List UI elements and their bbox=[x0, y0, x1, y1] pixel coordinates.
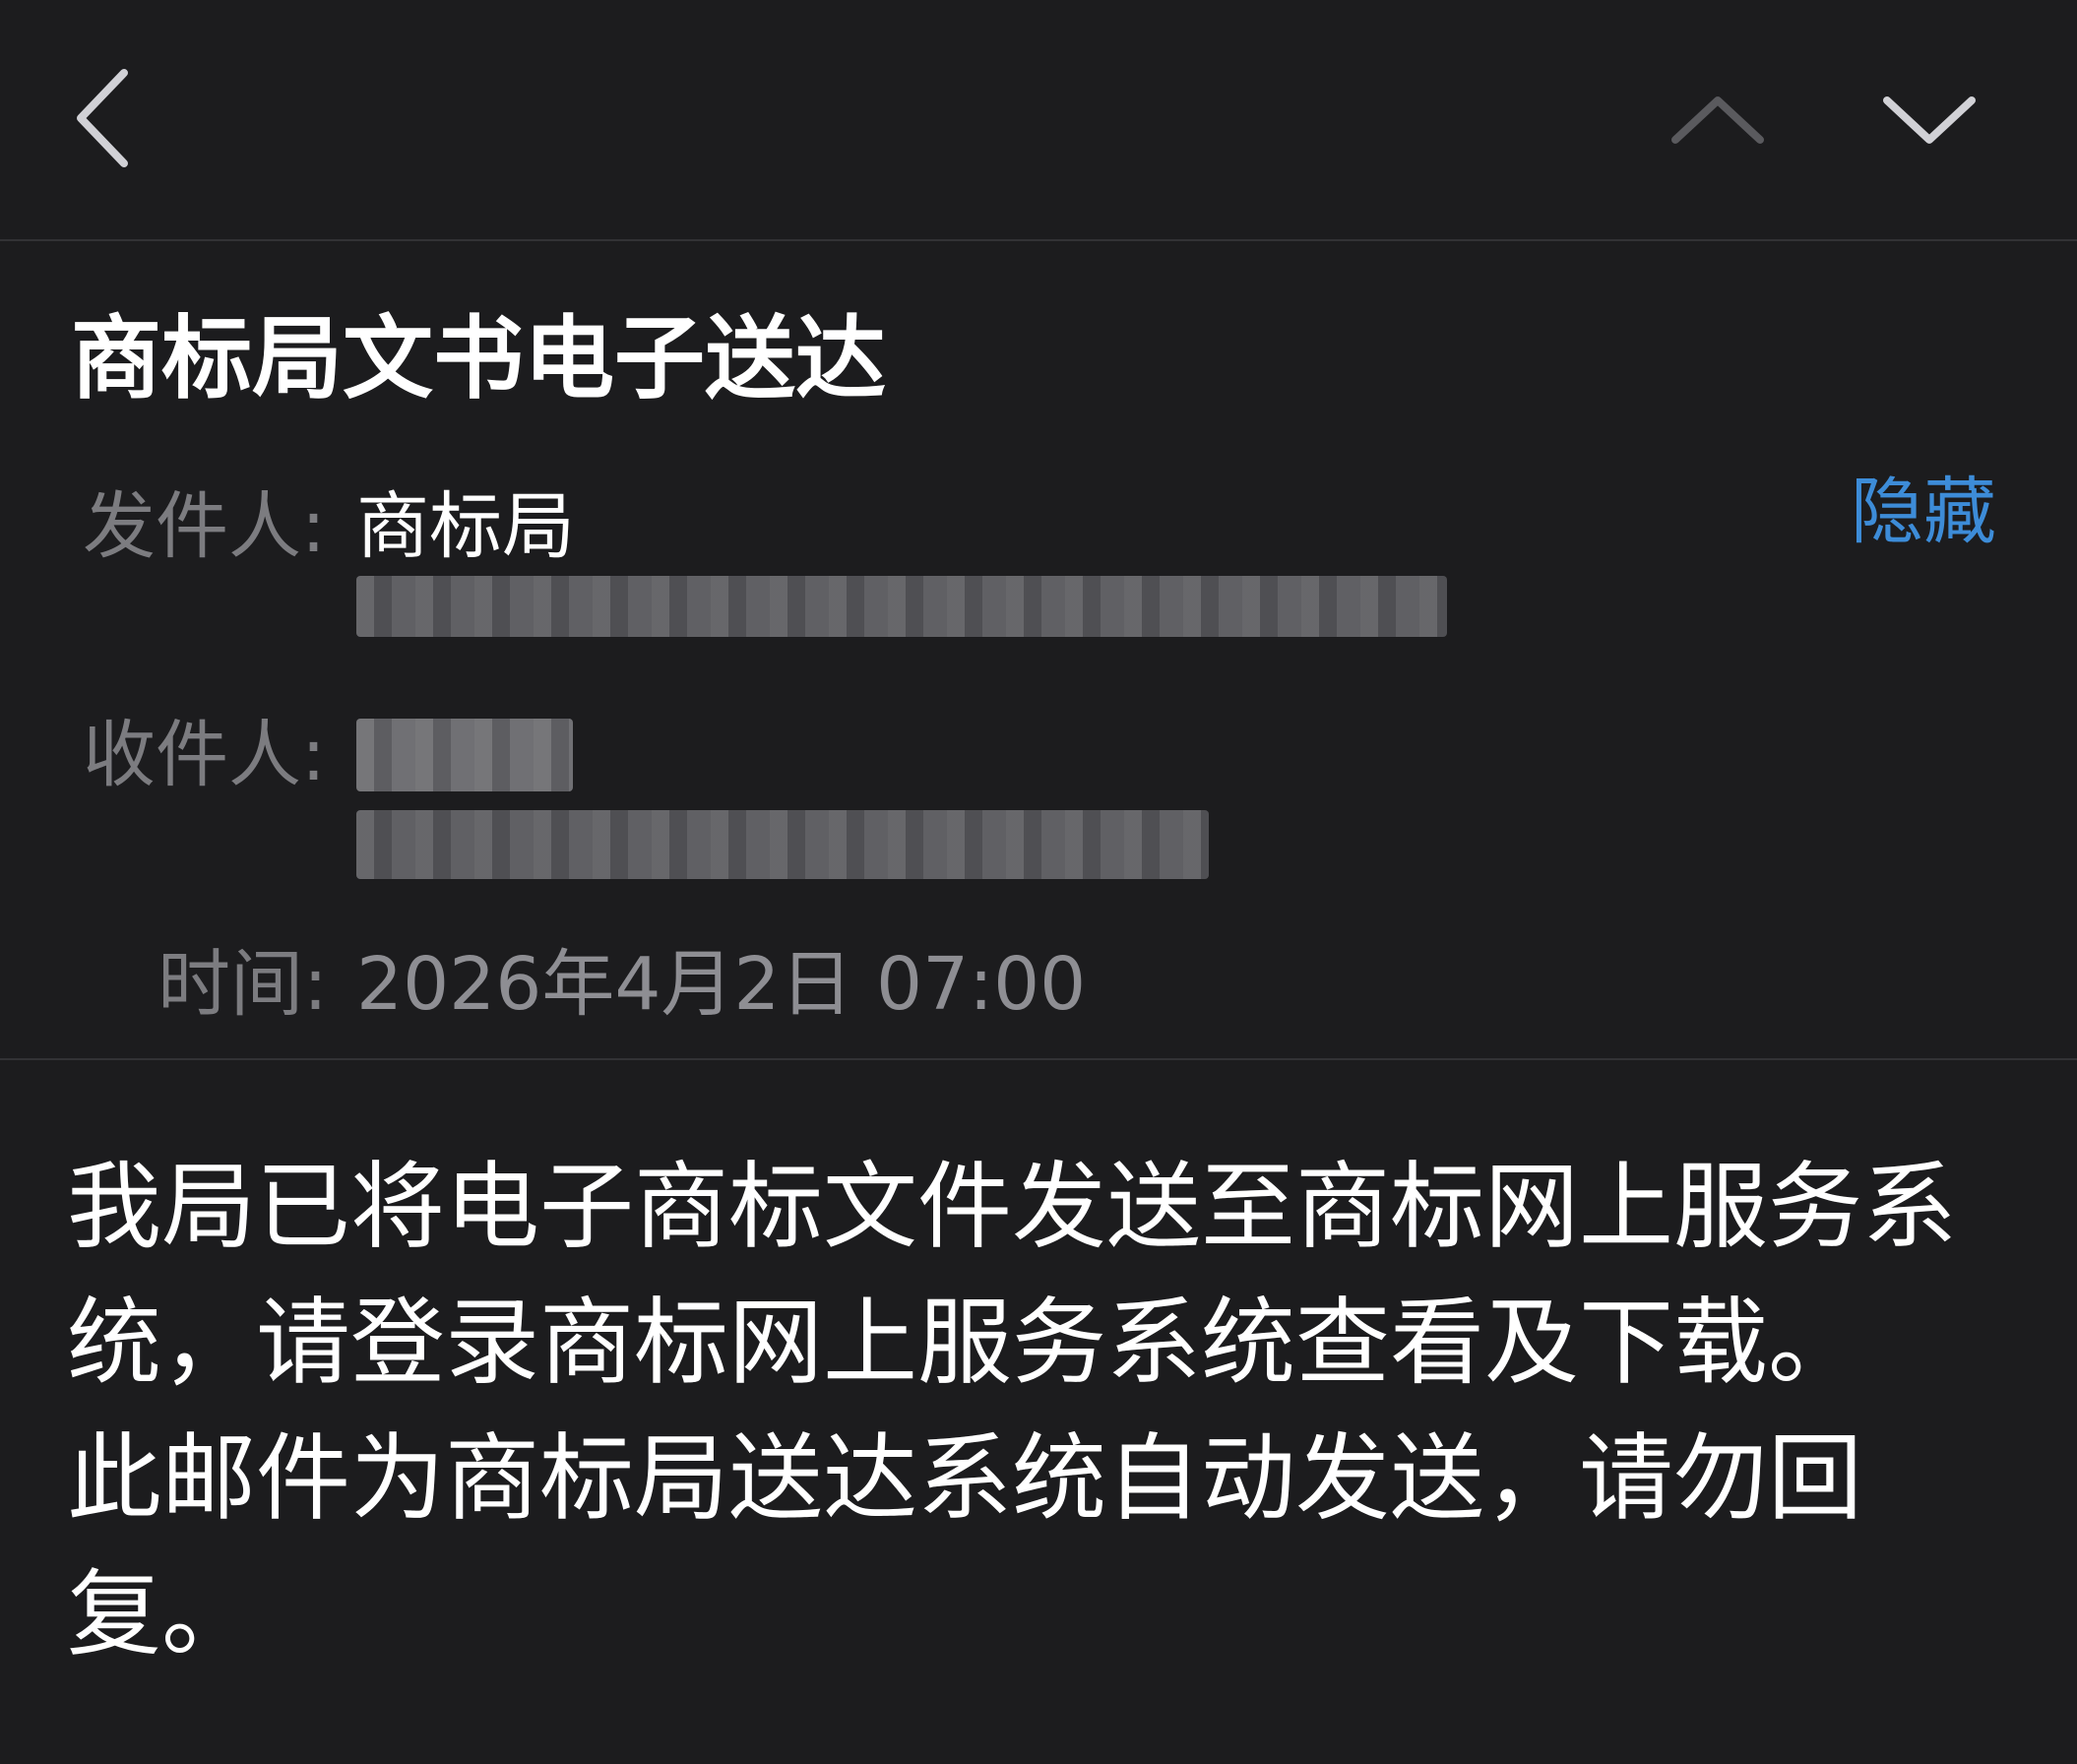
recipient-label: 收件人: bbox=[83, 713, 326, 797]
chevron-up-icon bbox=[1671, 96, 1764, 144]
hide-details-link[interactable]: 隐藏 bbox=[1851, 463, 1996, 561]
recipient-name-redacted bbox=[356, 719, 573, 791]
previous-email-button[interactable] bbox=[1664, 79, 1772, 167]
time-value: 2026年4月2日 07:00 bbox=[356, 942, 1087, 1027]
navigation-bar bbox=[0, 0, 2077, 241]
sender-email-redacted bbox=[356, 576, 1447, 637]
chevron-left-icon bbox=[77, 69, 128, 167]
body-paragraph: 我局已将电子商标文件发送至商标网上服务系统，请登录商标网上服务系统查看及下载。 bbox=[67, 1152, 1957, 1398]
sender-label: 发件人: bbox=[83, 484, 326, 569]
body-paragraph: 此邮件为商标局送达系统自动发送，请勿回复。 bbox=[67, 1423, 1862, 1670]
next-email-button[interactable] bbox=[1875, 79, 1983, 167]
email-subject: 商标局文书电子送达 bbox=[71, 306, 887, 411]
time-label: 时间: bbox=[157, 942, 328, 1027]
email-body-text: 我局已将电子商标文件发送至商标网上服务系统，请登录商标网上服务系统查看及下载。 … bbox=[67, 1139, 2016, 1682]
sender-name[interactable]: 商标局 bbox=[356, 477, 575, 576]
back-button[interactable] bbox=[59, 59, 148, 177]
recipient-email-redacted bbox=[356, 810, 1209, 879]
chevron-down-icon bbox=[1883, 96, 1976, 144]
email-body: 我局已将电子商标文件发送至商标网上服务系统，请登录商标网上服务系统查看及下载。 … bbox=[0, 1060, 2077, 1764]
email-header: 商标局文书电子送达 隐藏 发件人: 商标局 收件人: 时间: 2026年4月2日… bbox=[0, 241, 2077, 1060]
